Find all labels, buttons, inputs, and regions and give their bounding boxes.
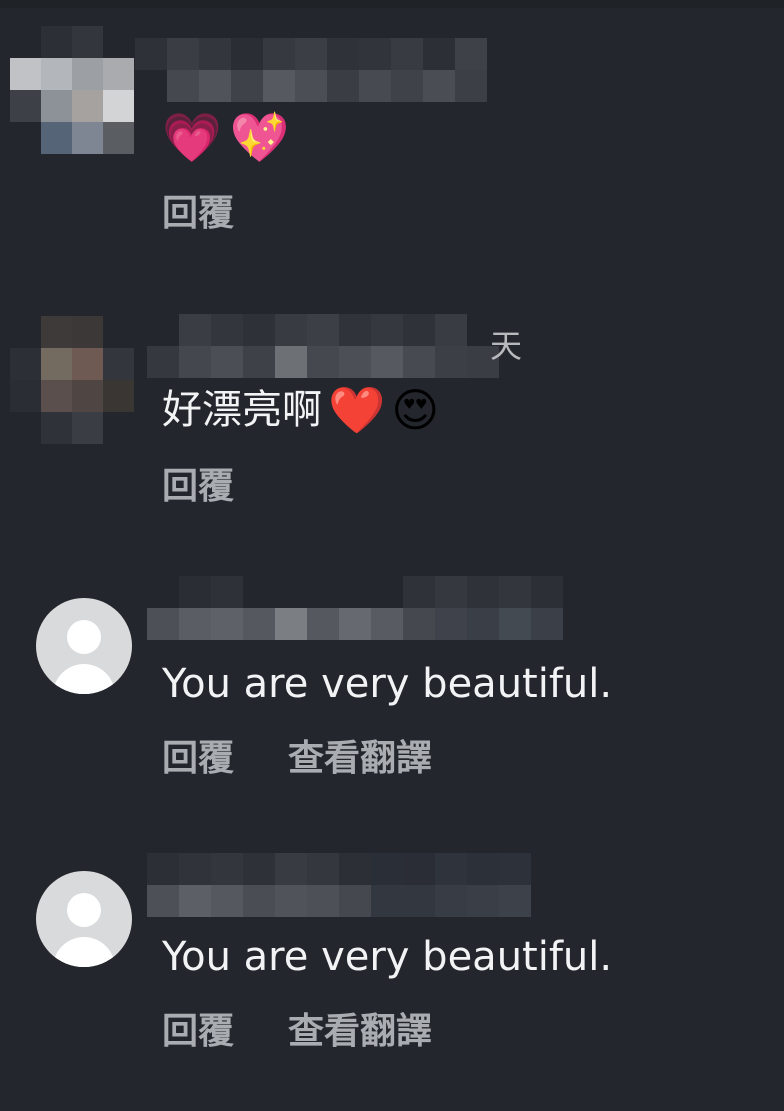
username-blurred[interactable] [147,314,499,378]
growing-heart-emoji: 💗 [162,110,222,166]
reply-button[interactable]: 回覆 [162,1012,234,1052]
username-blurred[interactable] [147,576,563,640]
reply-button[interactable]: 回覆 [162,739,234,779]
sparkling-heart-emoji: 💖 [229,110,290,166]
reply-button[interactable]: 回覆 [162,194,234,234]
username-blurred[interactable] [135,38,487,102]
see-translation-button[interactable]: 查看翻譯 [288,739,432,779]
see-translation-button[interactable]: 查看翻譯 [288,1012,432,1052]
username-blurred[interactable] [147,853,531,917]
comment-body: 好漂亮啊 ❤️ 😍 [162,382,439,438]
username-tail-text: 天 [490,327,523,365]
default-avatar-icon[interactable] [36,871,132,967]
comment-emojis: 💗 💖 [162,110,290,166]
avatar[interactable] [10,26,134,154]
avatar[interactable] [10,316,134,444]
default-avatar-icon[interactable] [36,598,132,694]
comment-text: You are very beautiful. [162,934,613,980]
reply-button[interactable]: 回覆 [162,467,234,507]
comment-text: 好漂亮啊 [162,387,322,433]
heart-eyes-emoji: 😍 [391,383,440,437]
red-heart-emoji: ❤️ [328,383,386,437]
comment-text: You are very beautiful. [162,661,613,707]
top-divider [0,0,784,8]
